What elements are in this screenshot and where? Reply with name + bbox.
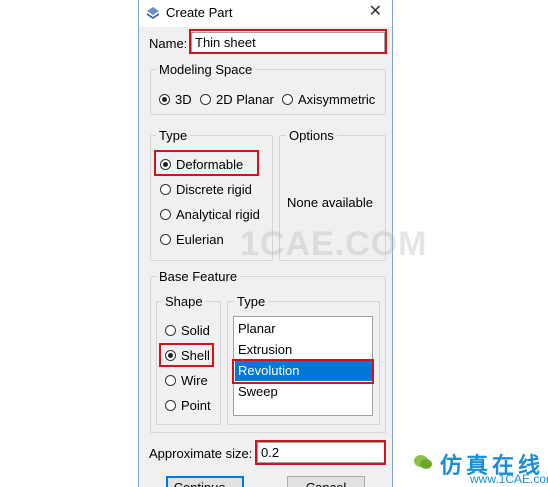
- radio-point-label: Point: [181, 398, 211, 413]
- radio-axisymmetric-label: Axisymmetric: [298, 92, 376, 107]
- radio-solid[interactable]: [165, 325, 176, 336]
- wechat-icon: [414, 455, 432, 469]
- options-legend: Options: [286, 128, 337, 143]
- radio-eulerian-label: Eulerian: [176, 232, 224, 247]
- radio-analytical-rigid[interactable]: [160, 209, 171, 220]
- radio-eulerian[interactable]: [160, 234, 171, 245]
- radio-discrete-rigid[interactable]: [160, 184, 171, 195]
- list-item-sweep[interactable]: Sweep: [235, 382, 372, 402]
- highlight-shell: [159, 343, 214, 367]
- radio-solid-label: Solid: [181, 323, 210, 338]
- radio-analytical-rigid-label: Analytical rigid: [176, 207, 260, 222]
- highlight-name-field: [189, 29, 387, 54]
- title-bar: Create Part ✕: [139, 0, 392, 27]
- radio-2d-planar-label: 2D Planar: [216, 92, 274, 107]
- shape-legend: Shape: [162, 294, 206, 309]
- radio-discrete-rigid-label: Discrete rigid: [176, 182, 252, 197]
- radio-point[interactable]: [165, 400, 176, 411]
- list-item-extrusion[interactable]: Extrusion: [235, 340, 372, 360]
- feature-type-legend: Type: [234, 294, 269, 309]
- dialog-title: Create Part: [166, 5, 233, 20]
- app-icon: [147, 7, 159, 19]
- watermark-text: 1CAE.COM: [240, 225, 428, 263]
- radio-axisymmetric[interactable]: [282, 94, 293, 105]
- highlight-approx-size: [255, 440, 386, 465]
- base-feature-legend: Base Feature: [156, 269, 241, 284]
- radio-3d-label: 3D: [175, 92, 192, 107]
- radio-wire[interactable]: [165, 375, 176, 386]
- radio-3d[interactable]: [159, 94, 170, 105]
- options-none-available: None available: [287, 195, 374, 210]
- radio-wire-label: Wire: [181, 373, 208, 388]
- highlight-deformable: [154, 150, 259, 176]
- radio-2d-planar[interactable]: [200, 94, 211, 105]
- approx-size-label: Approximate size:: [149, 446, 253, 461]
- name-label: Name:: [149, 36, 188, 51]
- list-item-planar[interactable]: Planar: [235, 319, 372, 339]
- brand-url: www.1CAE.com: [470, 472, 548, 486]
- continue-button[interactable]: Continue...: [166, 476, 244, 487]
- modeling-space-legend: Modeling Space: [156, 62, 256, 77]
- cancel-button[interactable]: Cancel: [287, 476, 365, 487]
- highlight-revolution: [232, 359, 374, 384]
- close-icon[interactable]: ✕: [369, 3, 382, 21]
- type-legend: Type: [156, 128, 191, 143]
